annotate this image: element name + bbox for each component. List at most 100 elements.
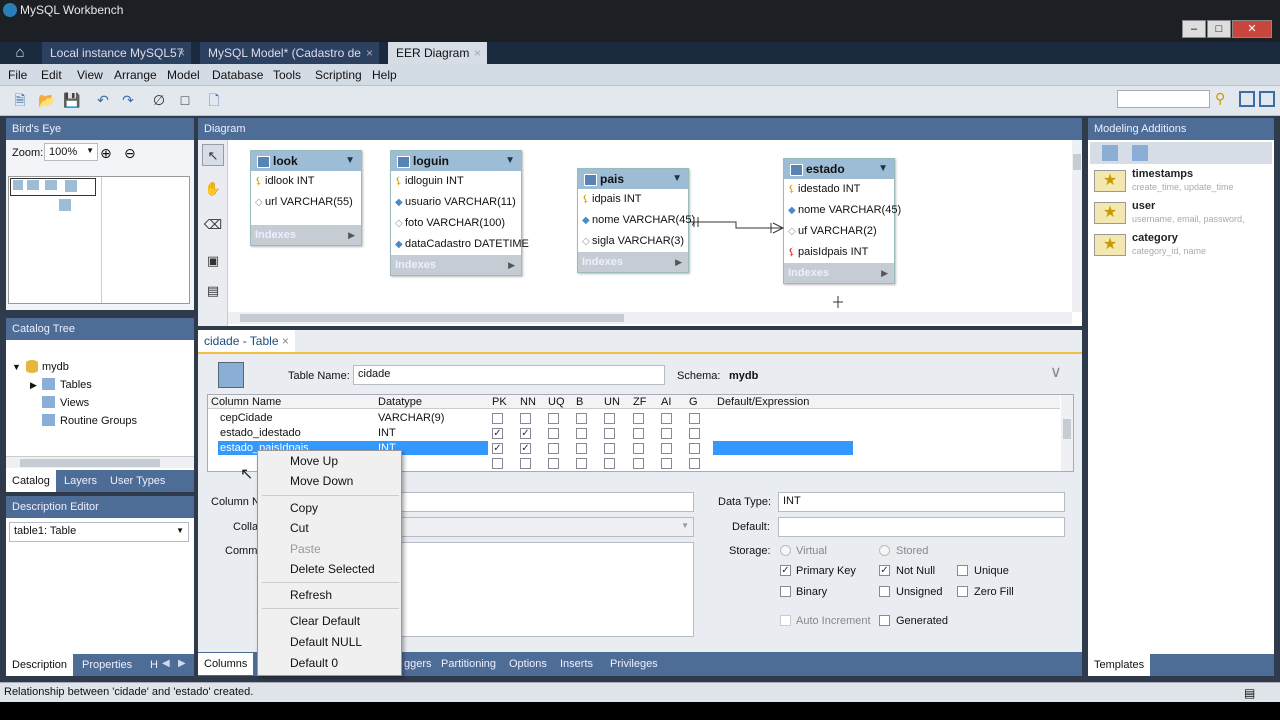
- tab-description[interactable]: Description: [6, 654, 74, 676]
- columns-vertical-scrollbar[interactable]: [1061, 395, 1073, 471]
- g-checkbox[interactable]: [689, 443, 700, 454]
- auto-increment-checkbox[interactable]: [780, 615, 791, 626]
- align-icon[interactable]: □: [177, 92, 193, 108]
- scrollbar-thumb[interactable]: [1073, 154, 1081, 170]
- toggle-sidebar-icon[interactable]: [1239, 91, 1255, 107]
- template-category[interactable]: ★ category category_id, name: [1092, 230, 1270, 262]
- col-header-datatype[interactable]: Datatype: [378, 395, 422, 409]
- tab-privileges[interactable]: Privileges: [604, 653, 664, 675]
- default-cell[interactable]: [713, 441, 853, 455]
- diagram-canvas[interactable]: look ▼ ⚸ idlook INT ◇ url VARCHAR(55) Index…: [228, 140, 1072, 312]
- horizontal-scrollbar[interactable]: [6, 456, 194, 468]
- object-select[interactable]: table1: Table ▼: [9, 522, 189, 542]
- col-header-name[interactable]: Column Name: [211, 395, 281, 409]
- tab-properties[interactable]: Properties: [76, 654, 138, 676]
- diagram-vertical-scrollbar[interactable]: [1072, 140, 1082, 312]
- tab-partitioning[interactable]: Partitioning: [435, 653, 502, 675]
- zero-fill-checkbox[interactable]: [957, 586, 968, 597]
- comments-textarea[interactable]: [398, 542, 694, 637]
- tab-templates[interactable]: Templates: [1088, 654, 1151, 676]
- tab-scroll-right-icon[interactable]: ▶: [178, 658, 186, 669]
- nn-checkbox[interactable]: [520, 413, 531, 424]
- b-checkbox[interactable]: [576, 443, 587, 454]
- tab-user-types[interactable]: User Types: [104, 470, 171, 492]
- tab-eer-diagram[interactable]: EER Diagram ×: [388, 42, 488, 64]
- nn-checkbox[interactable]: ✓: [520, 443, 531, 454]
- column-name-input[interactable]: [398, 492, 694, 512]
- col-header-ai[interactable]: AI: [661, 395, 671, 409]
- menu-item-refresh[interactable]: Refresh: [258, 585, 403, 605]
- menu-item-delete-selected[interactable]: Delete Selected: [258, 559, 403, 579]
- datatype-cell[interactable]: VARCHAR(9): [378, 411, 444, 426]
- un-checkbox[interactable]: [604, 443, 615, 454]
- undo-icon[interactable]: ↶: [95, 92, 111, 108]
- un-checkbox[interactable]: [604, 413, 615, 424]
- data-type-input[interactable]: INT: [778, 492, 1065, 512]
- pk-checkbox[interactable]: ✓: [492, 428, 503, 439]
- minimize-button[interactable]: –: [1182, 20, 1206, 38]
- menu-item-copy[interactable]: Copy: [258, 498, 403, 518]
- zoom-out-icon[interactable]: ⊖: [124, 145, 136, 162]
- zf-checkbox[interactable]: [633, 458, 644, 469]
- menu-file[interactable]: File: [8, 68, 27, 82]
- pointer-tool-icon[interactable]: ↖: [202, 144, 224, 166]
- nn-checkbox[interactable]: ✓: [520, 428, 531, 439]
- new-template-icon[interactable]: [1132, 145, 1148, 161]
- maximize-button[interactable]: □: [1207, 20, 1231, 38]
- menu-item-default-null[interactable]: Default NULL: [258, 632, 403, 652]
- tab-triggers[interactable]: ggers: [398, 653, 438, 675]
- search-input[interactable]: [1117, 90, 1210, 108]
- diagram-horizontal-scrollbar[interactable]: [228, 312, 1072, 324]
- eraser-tool-icon[interactable]: ⌫: [202, 214, 224, 236]
- datatype-cell[interactable]: INT: [378, 426, 396, 441]
- template-user[interactable]: ★ user username, email, password,: [1092, 198, 1270, 230]
- menu-item-paste[interactable]: Paste: [258, 539, 403, 559]
- unique-checkbox[interactable]: [957, 565, 968, 576]
- column-name-cell[interactable]: estado_idestado: [220, 426, 301, 441]
- collation-select[interactable]: ▼: [398, 517, 694, 537]
- uq-checkbox[interactable]: [548, 443, 559, 454]
- edit-template-icon[interactable]: [1102, 145, 1118, 161]
- scrollbar-thumb[interactable]: [240, 314, 624, 322]
- template-timestamps[interactable]: ★ timestamps create_time, update_time: [1092, 166, 1270, 198]
- expand-arrow-icon[interactable]: ▶: [30, 380, 37, 391]
- menu-help[interactable]: Help: [372, 68, 397, 82]
- generated-checkbox[interactable]: [879, 615, 890, 626]
- tab-close-icon[interactable]: ×: [178, 42, 185, 64]
- search-icon[interactable]: ⚲: [1215, 90, 1231, 108]
- default-input[interactable]: [778, 517, 1065, 537]
- menu-item-default-0[interactable]: Default 0: [258, 653, 403, 673]
- tab-options[interactable]: Options: [503, 653, 553, 675]
- scrollbar-thumb[interactable]: [1063, 419, 1071, 439]
- zf-checkbox[interactable]: [633, 443, 644, 454]
- g-checkbox[interactable]: [689, 428, 700, 439]
- g-checkbox[interactable]: [689, 458, 700, 469]
- tab-columns[interactable]: Columns: [198, 653, 254, 675]
- table-row[interactable]: cepCidade VARCHAR(9): [208, 411, 1060, 426]
- tab-close-icon[interactable]: ×: [474, 42, 481, 64]
- tree-item-mydb[interactable]: mydb: [42, 361, 69, 373]
- b-checkbox[interactable]: [576, 428, 587, 439]
- menu-item-cut[interactable]: Cut: [258, 518, 403, 538]
- menu-arrange[interactable]: Arrange: [114, 68, 157, 82]
- menu-model[interactable]: Model: [167, 68, 200, 82]
- ai-checkbox[interactable]: [661, 458, 672, 469]
- un-checkbox[interactable]: [604, 428, 615, 439]
- nn-checkbox[interactable]: [520, 458, 531, 469]
- menu-edit[interactable]: Edit: [41, 68, 62, 82]
- col-header-uq[interactable]: UQ: [548, 395, 565, 409]
- close-window-button[interactable]: ✕: [1232, 20, 1272, 38]
- zoom-select[interactable]: 100% ▼: [44, 143, 98, 161]
- relationship-lines[interactable]: [228, 140, 1072, 312]
- pk-checkbox[interactable]: [492, 413, 503, 424]
- not-null-checkbox[interactable]: ✓: [879, 565, 890, 576]
- table-name-input[interactable]: cidade: [353, 365, 665, 385]
- tab-history[interactable]: H: [144, 654, 164, 676]
- virtual-radio[interactable]: [780, 545, 791, 556]
- col-header-nn[interactable]: NN: [520, 395, 536, 409]
- g-checkbox[interactable]: [689, 413, 700, 424]
- tree-item-routine-groups[interactable]: Routine Groups: [60, 415, 137, 427]
- b-checkbox[interactable]: [576, 458, 587, 469]
- output-panel-icon[interactable]: ▤: [1244, 686, 1255, 700]
- zoom-in-icon[interactable]: ⊕: [100, 145, 112, 162]
